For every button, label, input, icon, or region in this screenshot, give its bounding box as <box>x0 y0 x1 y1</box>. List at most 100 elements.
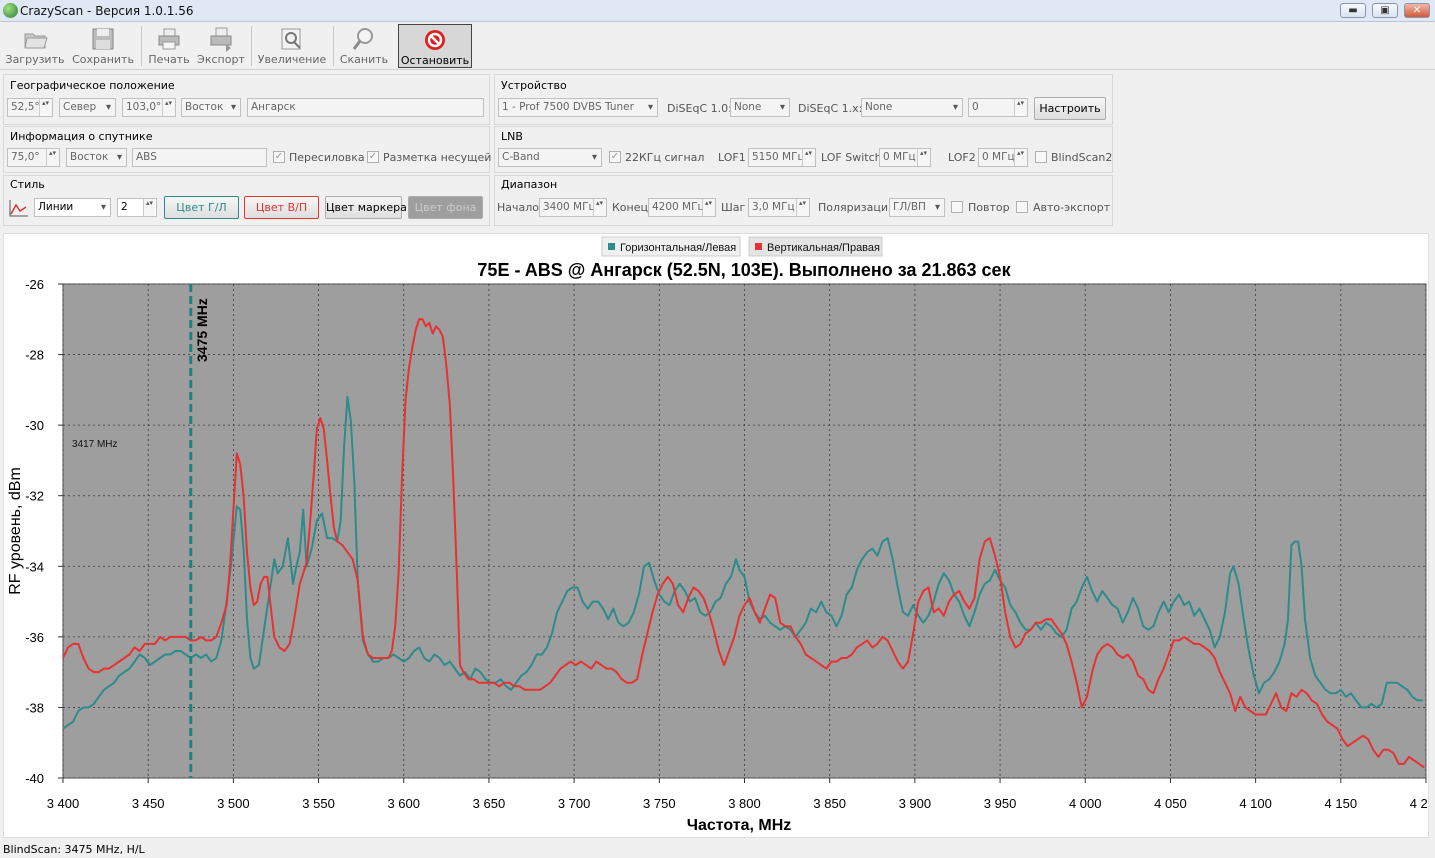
y-tick-label: -30 <box>25 418 44 433</box>
x-tick-label: 3 900 <box>899 796 932 811</box>
spectrum-chart-panel: Горизонтальная/Левая Вертикальная/Правая 7… <box>3 233 1435 838</box>
title-bar: CrazyScan - Версия 1.0.1.56 ▬ ▣ ✕ <box>0 0 1435 22</box>
x-tick-label: 3 700 <box>558 796 591 811</box>
diseqc10-label: DiSEqC 1.0: <box>667 102 732 115</box>
stop-icon <box>425 30 445 50</box>
ns-select[interactable]: Север <box>59 98 116 117</box>
save-label: Сохранить <box>72 53 134 66</box>
x-tick-label: 3 850 <box>813 796 846 811</box>
device-title: Устройство <box>501 79 567 92</box>
app-globe-icon <box>3 3 18 18</box>
marker-color-button[interactable]: Цвет маркера <box>325 196 407 219</box>
polarization-select[interactable]: ГЛ/ВП <box>889 198 945 217</box>
folder-icon <box>24 33 48 49</box>
export-icon <box>210 27 232 52</box>
chart-title: 75E - ABS @ Ангарск (52.5N, 103E). Выпол… <box>477 260 1011 280</box>
motor-position-spin[interactable]: 0 <box>968 98 1028 117</box>
x-tick-label: 4 050 <box>1154 796 1187 811</box>
range-title: Диапазон <box>501 178 558 191</box>
khz22-label: 22КГц сигнал <box>625 151 705 164</box>
lofsw-label: LOF Switch <box>821 151 882 164</box>
setup-button[interactable]: Настроить <box>1034 97 1106 120</box>
y-axis-label: RF уровень, dBm <box>7 467 24 595</box>
line-width-spin[interactable]: 2 <box>117 198 157 217</box>
export-label: Экспорт <box>197 53 245 66</box>
band-select[interactable]: C-Band <box>498 148 602 167</box>
export-button[interactable]: Экспорт <box>196 24 246 68</box>
load-label: Загрузить <box>5 53 65 66</box>
sat-ew-select[interactable]: Восток <box>66 148 127 167</box>
lof1-label: LOF1 <box>718 151 746 164</box>
repeat-checkbox[interactable] <box>951 201 963 213</box>
toolbar: Загрузить Сохранить Печать Экспорт Увели… <box>0 22 1435 70</box>
close-button[interactable]: ✕ <box>1404 3 1430 18</box>
autoexport-checkbox[interactable] <box>1016 201 1028 213</box>
x-tick-label: 3 800 <box>728 796 761 811</box>
start-spin[interactable]: 3400 МГц <box>539 198 607 217</box>
vr-color-button[interactable]: Цвет В/П <box>244 196 319 219</box>
load-button[interactable]: Загрузить <box>4 24 66 68</box>
hl-color-button[interactable]: Цвет Г/Л <box>164 196 239 219</box>
bg-color-button[interactable]: Цвет фона <box>408 196 483 219</box>
y-tick-label: -34 <box>25 559 44 574</box>
spectrum-chart[interactable]: Горизонтальная/Левая Вертикальная/Правая 7… <box>4 234 1435 837</box>
x-tick-label: 3 750 <box>643 796 676 811</box>
x-tick-label: 3 500 <box>217 796 250 811</box>
latitude-spin[interactable]: 52,5° <box>7 98 53 117</box>
geo-title: Географическое положение <box>10 79 175 92</box>
minimize-button[interactable]: ▬ <box>1340 3 1366 18</box>
end-label: Конец <box>612 201 648 214</box>
toolbar-separator <box>141 26 142 66</box>
end-spin[interactable]: 4200 МГц <box>648 198 716 217</box>
x-tick-label: 4 000 <box>1069 796 1102 811</box>
step-spin[interactable]: 3,0 МГц <box>748 198 810 217</box>
marker-label: 3475 MHz <box>194 298 210 362</box>
magnifier-icon <box>352 28 373 50</box>
y-tick-label: -28 <box>25 348 44 363</box>
scan-label: Сканить <box>339 53 389 66</box>
blindscan2-checkbox[interactable] <box>1035 151 1047 163</box>
x-axis-label: Частота, MHz <box>687 817 792 834</box>
lof1-spin[interactable]: 5150 МГц <box>748 148 816 167</box>
print-button[interactable]: Печать <box>146 24 192 68</box>
toolbar-separator <box>333 26 334 66</box>
y-tick-label: -32 <box>25 489 44 504</box>
maximize-button[interactable]: ▣ <box>1372 3 1398 18</box>
autoexport-label: Авто-экспорт <box>1033 201 1111 214</box>
lofsw-spin[interactable]: 0 МГц <box>879 148 931 167</box>
plot-style-select[interactable]: Линии <box>34 198 111 217</box>
y-tick-label: -36 <box>25 630 44 645</box>
zoom-button[interactable]: Увеличение <box>256 24 328 68</box>
window-title: CrazyScan - Версия 1.0.1.56 <box>20 4 194 18</box>
x-tick-label: 4 200 <box>1410 796 1428 811</box>
scan-button[interactable]: Сканить <box>338 24 390 68</box>
legend-label: Горизонтальная/Левая <box>620 242 736 254</box>
legend-swatch <box>608 243 615 250</box>
city-input[interactable]: Ангарск <box>247 98 484 117</box>
sat-position-spin[interactable]: 75,0° <box>7 148 60 167</box>
sat-name-input[interactable]: ABS <box>132 148 267 167</box>
save-button[interactable]: Сохранить <box>70 24 136 68</box>
stop-button[interactable]: Остановить <box>398 24 472 68</box>
y-tick-label: -38 <box>25 700 44 715</box>
toolbar-separator <box>251 26 252 66</box>
diseqc1x-select[interactable]: None <box>861 98 963 117</box>
carrier-checkbox[interactable]: ✓ <box>367 151 379 163</box>
ew-select[interactable]: Восток <box>181 98 241 117</box>
legend-label: Вертикальная/Правая <box>767 242 880 254</box>
status-bar: BlindScan: 3475 MHz, H/L <box>0 841 1435 858</box>
x-tick-label: 3 550 <box>302 796 335 811</box>
zoom-icon <box>281 28 301 50</box>
print-label: Печать <box>148 53 190 66</box>
khz22-checkbox[interactable]: ✓ <box>609 151 621 163</box>
printer-icon <box>158 28 180 50</box>
lnb-title: LNB <box>501 130 523 143</box>
x-tick-label: 3 600 <box>387 796 420 811</box>
diseqc10-select[interactable]: None <box>730 98 790 117</box>
lof2-spin[interactable]: 0 МГц <box>978 148 1028 167</box>
x-tick-label: 4 150 <box>1325 796 1358 811</box>
resweep-checkbox[interactable]: ✓ <box>273 151 285 163</box>
polarization-label: Поляризация <box>818 201 895 214</box>
tuner-select[interactable]: 1 - Prof 7500 DVBS Tuner <box>498 98 658 117</box>
longitude-spin[interactable]: 103,0° <box>122 98 176 117</box>
